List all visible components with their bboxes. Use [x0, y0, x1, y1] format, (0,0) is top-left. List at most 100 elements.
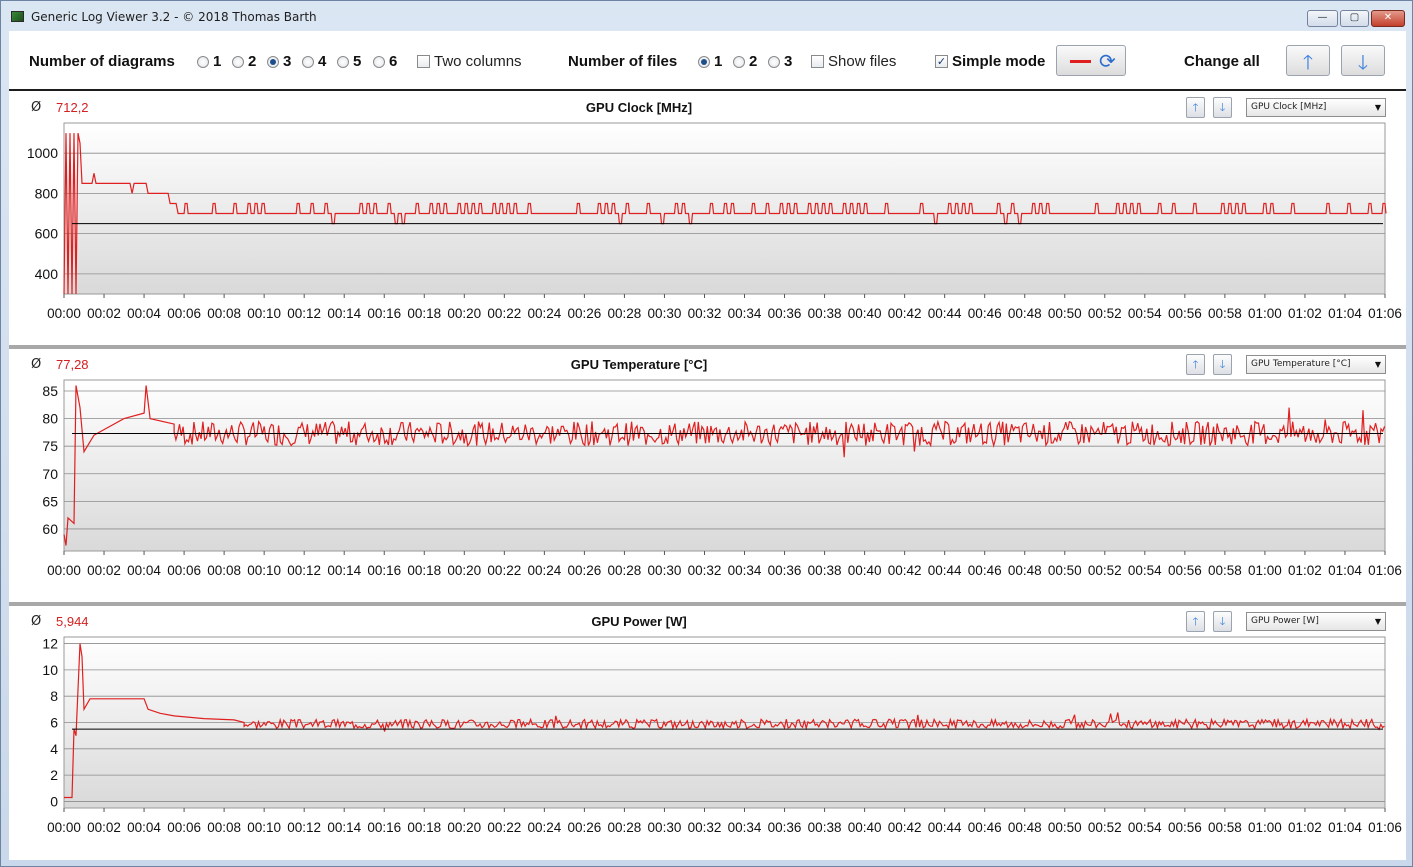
x-tick-label: 00:44 [928, 820, 962, 835]
x-tick-label: 00:54 [1128, 563, 1162, 578]
app-window: Generic Log Viewer 3.2 - © 2018 Thomas B… [0, 0, 1413, 867]
plot-area [63, 379, 1386, 552]
sensor-select-value: GPU Power [W] [1251, 616, 1319, 626]
color-swatch [1070, 60, 1091, 63]
panel-move-up-button[interactable]: 🡑 [1186, 354, 1205, 375]
simple-mode-label: Simple mode [952, 53, 1046, 70]
x-tick-label: 00:36 [768, 306, 802, 321]
y-tick-label: 400 [35, 266, 59, 282]
color-refresh-button[interactable]: ⟳ [1056, 45, 1126, 76]
x-tick-label: 00:36 [768, 563, 802, 578]
x-tick-label: 00:12 [287, 820, 321, 835]
x-tick-label: 00:36 [768, 820, 802, 835]
x-tick-label: 00:46 [968, 820, 1002, 835]
x-tick-label: 00:56 [1168, 820, 1202, 835]
x-tick-label: 00:04 [127, 563, 161, 578]
maximize-button[interactable]: ▢ [1340, 10, 1369, 27]
x-tick-label: 00:58 [1208, 820, 1242, 835]
x-tick-label: 00:16 [367, 563, 401, 578]
x-tick-label: 00:14 [327, 306, 361, 321]
x-tick-label: 00:28 [608, 820, 642, 835]
x-tick-label: 00:42 [888, 820, 922, 835]
arrow-up-icon: 🡑 [1192, 358, 1199, 371]
radio-files-3[interactable] [768, 56, 780, 68]
x-tick-label: 00:16 [367, 306, 401, 321]
panel-title: GPU Power [W] [591, 614, 687, 629]
title-bar[interactable]: Generic Log Viewer 3.2 - © 2018 Thomas B… [1, 1, 1412, 31]
radio-diagrams-4[interactable] [302, 56, 314, 68]
x-tick-label: 00:42 [888, 306, 922, 321]
radio-diagrams-2[interactable] [232, 56, 244, 68]
panel-move-down-button[interactable]: 🡓 [1213, 354, 1232, 375]
x-tick-label: 00:10 [247, 306, 281, 321]
x-tick-label: 00:58 [1208, 306, 1242, 321]
x-tick-label: 00:12 [287, 306, 321, 321]
x-tick-label: 00:56 [1168, 563, 1202, 578]
panel-move-down-button[interactable]: 🡓 [1213, 97, 1232, 118]
arrow-down-icon: 🡓 [1219, 358, 1226, 371]
x-tick-label: 00:52 [1088, 820, 1122, 835]
x-tick-label: 00:38 [808, 563, 842, 578]
y-tick-label: 80 [42, 411, 58, 427]
radio-diagrams-6[interactable] [373, 56, 385, 68]
y-tick-label: 70 [42, 466, 58, 482]
x-tick-label: 00:18 [407, 563, 441, 578]
radio-diagrams-3[interactable] [267, 56, 279, 68]
sensor-select[interactable]: GPU Temperature [°C] ▼ [1246, 355, 1386, 374]
two-columns-checkbox[interactable] [417, 55, 430, 68]
x-tick-label: 00:02 [87, 306, 121, 321]
x-tick-label: 00:16 [367, 820, 401, 835]
sensor-select-value: GPU Clock [MHz] [1251, 102, 1327, 112]
y-tick-label: 65 [42, 493, 58, 509]
x-tick-label: 00:42 [888, 563, 922, 578]
x-tick-label: 00:44 [928, 306, 962, 321]
y-tick-label: 2 [50, 767, 58, 783]
panel-title: GPU Clock [MHz] [585, 100, 693, 115]
panel-move-up-button[interactable]: 🡑 [1186, 611, 1205, 632]
sensor-select[interactable]: GPU Clock [MHz] ▼ [1246, 98, 1386, 117]
x-tick-label: 00:24 [527, 306, 561, 321]
x-tick-label: 00:22 [487, 820, 521, 835]
app-icon [11, 11, 24, 22]
radio-files-1[interactable] [698, 56, 710, 68]
radio-files-2-label: 2 [749, 53, 758, 70]
arrow-down-icon: 🡓 [1357, 50, 1369, 74]
x-tick-label: 00:32 [688, 306, 722, 321]
x-tick-label: 00:14 [327, 820, 361, 835]
x-tick-label: 01:00 [1248, 820, 1282, 835]
radio-diagrams-6-label: 6 [389, 53, 398, 70]
x-tick-label: 00:30 [648, 563, 682, 578]
minimize-icon: — [1317, 12, 1328, 23]
close-button[interactable]: ✕ [1371, 10, 1405, 27]
x-tick-label: 01:04 [1328, 306, 1362, 321]
radio-diagrams-1[interactable] [197, 56, 209, 68]
x-tick-label: 00:52 [1088, 563, 1122, 578]
y-tick-label: 600 [35, 226, 59, 242]
x-tick-label: 00:34 [728, 820, 762, 835]
x-tick-label: 00:56 [1168, 306, 1202, 321]
x-tick-label: 00:06 [167, 563, 201, 578]
arrow-up-icon: 🡑 [1192, 615, 1199, 628]
x-tick-label: 00:06 [167, 306, 201, 321]
y-tick-label: 1000 [27, 145, 58, 161]
sensor-select[interactable]: GPU Power [W] ▼ [1246, 612, 1386, 631]
move-all-up-button[interactable]: 🡑 [1286, 45, 1330, 76]
client-area: Number of diagrams 1 2 3 4 5 6 Two colum… [9, 31, 1406, 860]
radio-files-2[interactable] [733, 56, 745, 68]
x-tick-label: 00:20 [447, 820, 481, 835]
x-tick-label: 00:24 [527, 563, 561, 578]
show-files-checkbox[interactable] [811, 55, 824, 68]
panel-move-down-button[interactable]: 🡓 [1213, 611, 1232, 632]
simple-mode-checkbox[interactable]: ✓ [935, 55, 948, 68]
x-tick-label: 00:08 [207, 563, 241, 578]
radio-diagrams-5[interactable] [337, 56, 349, 68]
x-tick-label: 00:34 [728, 306, 762, 321]
x-tick-label: 00:22 [487, 563, 521, 578]
panel-move-up-button[interactable]: 🡑 [1186, 97, 1205, 118]
y-tick-label: 0 [50, 793, 58, 809]
x-tick-label: 00:26 [567, 820, 601, 835]
minimize-button[interactable]: — [1307, 10, 1338, 27]
x-tick-label: 00:46 [968, 563, 1002, 578]
x-tick-label: 00:30 [648, 820, 682, 835]
move-all-down-button[interactable]: 🡓 [1341, 45, 1385, 76]
